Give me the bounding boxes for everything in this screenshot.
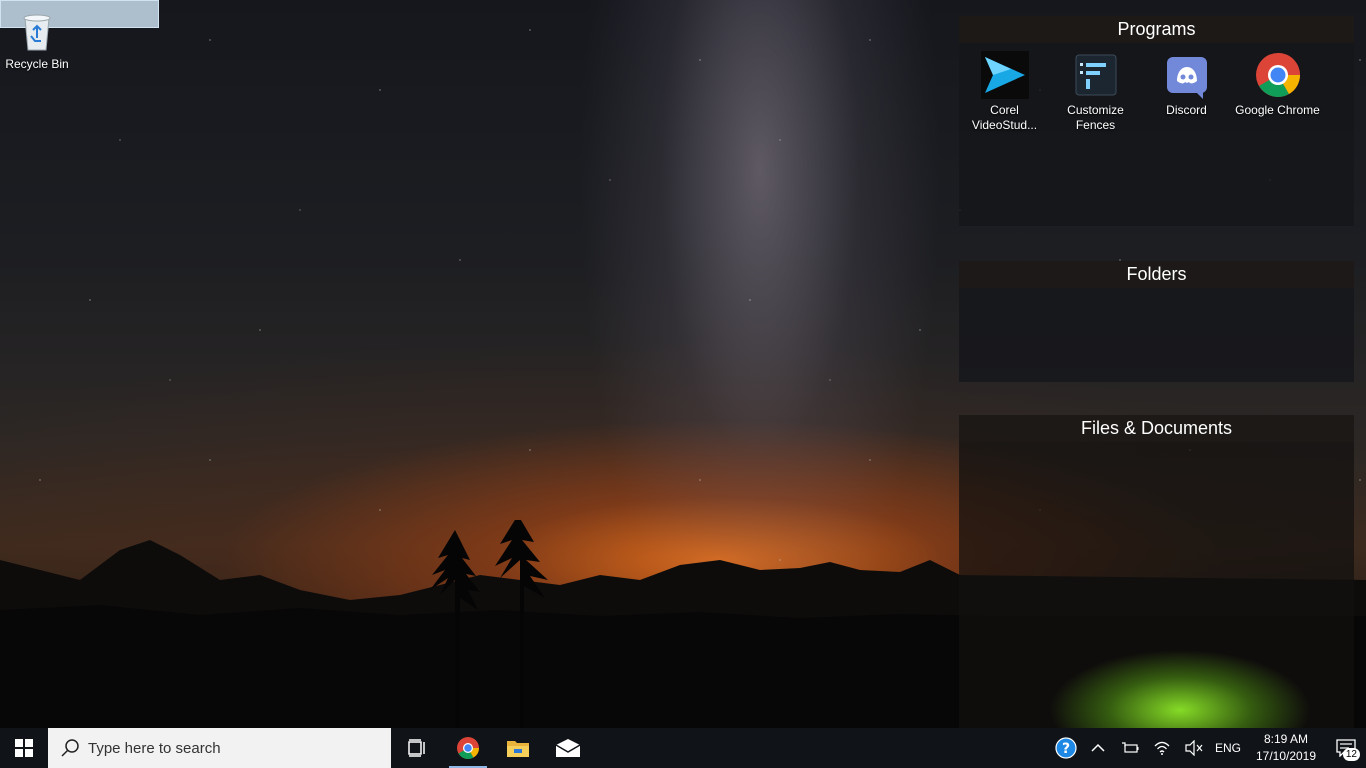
windows-logo-icon [15,739,33,757]
network-tray-button[interactable] [1146,728,1178,768]
fence-title[interactable]: Folders [959,261,1354,288]
fences-icon [1075,54,1116,96]
battery-tray-button[interactable] [1114,728,1146,768]
notification-count-badge: 12 [1342,748,1360,761]
clock-time: 8:19 AM [1263,732,1309,746]
taskbar-clock[interactable]: 8:19 AM 17/10/2019 [1246,731,1326,765]
chevron-up-icon [1091,743,1105,752]
fence-item-google-chrome[interactable]: Google Chrome [1232,51,1323,133]
volume-muted-icon [1185,740,1203,756]
recycle-bin-icon [23,14,51,51]
folder-icon [507,741,529,757]
action-center-button[interactable]: 12 [1326,728,1366,768]
start-button[interactable] [0,728,48,768]
taskbar-chrome-button[interactable] [443,728,493,768]
help-icon: ? [1055,737,1077,759]
taskbar-file-explorer-button[interactable] [493,728,543,768]
fence-item-label: Google Chrome [1235,103,1320,117]
task-view-button[interactable] [393,728,443,768]
taskbar-search-box[interactable]: Type here to search [48,728,391,768]
system-tray: ? ENG 8:19 AM 17/10/2019 12 [1050,728,1366,768]
fence-item-label: Discord [1166,103,1207,117]
fence-item-customize-fences[interactable]: Customize Fences [1050,51,1141,133]
svg-text:?: ? [1062,741,1070,757]
chrome-icon [457,737,479,759]
discord-icon [1166,57,1207,99]
recycle-bin-label: Recycle Bin [5,57,69,71]
recycle-bin-shortcut[interactable]: Recycle Bin [4,8,70,71]
fence-folders[interactable]: Folders [959,261,1354,382]
search-icon [61,739,79,757]
corel-videostudio-icon [980,51,1029,99]
battery-plug-icon [1122,742,1139,753]
chrome-icon [1255,53,1300,97]
fence-item-discord[interactable]: Discord [1141,51,1232,133]
fence-item-label: Customize Fences [1067,103,1124,132]
search-placeholder: Type here to search [88,739,221,757]
volume-tray-button[interactable] [1178,728,1210,768]
fence-item-corel-videostudio[interactable]: Corel VideoStud... [959,51,1050,133]
clock-date: 17/10/2019 [1255,749,1317,763]
mail-icon [555,739,581,757]
fence-programs[interactable]: Programs Corel VideoStud... Customize Fe… [959,16,1354,226]
input-language-indicator[interactable]: ENG [1210,741,1246,755]
taskbar: Type here to search ? ENG 8:19 AM 17/10/… [0,728,1366,768]
fence-title[interactable]: Programs [959,16,1354,43]
task-view-icon [408,739,425,757]
fence-title[interactable]: Files & Documents [959,415,1354,442]
help-tray-button[interactable]: ? [1050,728,1082,768]
taskbar-mail-button[interactable] [543,728,593,768]
show-hidden-icons-button[interactable] [1082,728,1114,768]
wallpaper-tent-glow [1040,650,1320,740]
fence-item-label: Corel VideoStud... [971,103,1038,132]
wifi-icon [1154,741,1170,755]
